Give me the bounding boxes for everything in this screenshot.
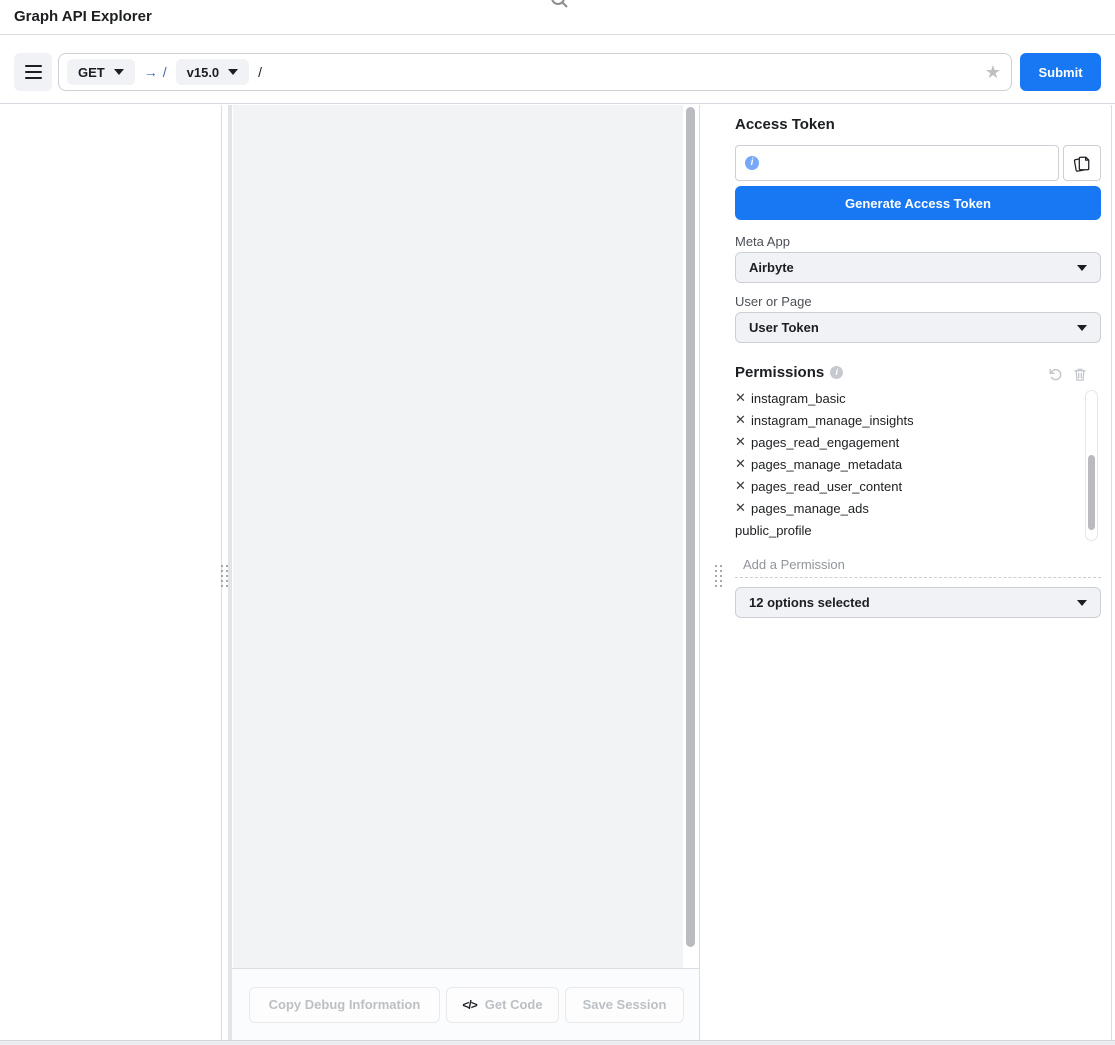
- permission-item: ✕ pages_manage_ads: [735, 497, 1079, 519]
- response-footer: Copy Debug Information </> Get Code Save…: [232, 968, 699, 1040]
- permissions-info-icon[interactable]: i: [830, 366, 843, 379]
- token-row: i: [735, 145, 1101, 181]
- save-session-button[interactable]: Save Session: [565, 987, 684, 1023]
- add-permission-input[interactable]: [735, 551, 1101, 578]
- response-viewer[interactable]: [233, 105, 683, 968]
- request-toolbar: GET → / v15.0 / ★ Submit: [0, 36, 1115, 104]
- remove-icon[interactable]: ✕: [735, 453, 751, 475]
- chevron-down-icon: [1077, 265, 1087, 271]
- copy-token-button[interactable]: [1063, 145, 1101, 181]
- path-slash: /: [258, 64, 262, 80]
- remove-icon[interactable]: ✕: [735, 391, 751, 409]
- api-version-value: v15.0: [187, 65, 220, 80]
- search-icon[interactable]: [548, 0, 570, 10]
- menu-button[interactable]: [14, 53, 52, 91]
- hamburger-icon: [25, 71, 42, 73]
- remove-icon[interactable]: ✕: [735, 409, 751, 431]
- permission-label: instagram_basic: [751, 391, 846, 406]
- permission-item: public_profile: [735, 519, 1079, 541]
- graph-api-explorer-page: Graph API Explorer GET → / v15.0: [0, 0, 1115, 1045]
- submit-button[interactable]: Submit: [1020, 53, 1101, 91]
- arrow-slash: /: [163, 64, 167, 80]
- permissions-scrollbar[interactable]: [1085, 390, 1098, 541]
- undo-icon[interactable]: [1048, 367, 1063, 382]
- access-token-panel: Access Token i Generate Access Token Met…: [733, 105, 1115, 1040]
- hamburger-icon: [25, 65, 42, 67]
- hamburger-icon: [25, 77, 42, 79]
- permission-item: ✕ pages_read_engagement: [735, 431, 1079, 453]
- response-scrollbar[interactable]: [686, 107, 695, 947]
- meta-app-select[interactable]: Airbyte: [735, 252, 1101, 283]
- permission-label: instagram_manage_insights: [751, 413, 914, 428]
- access-token-input[interactable]: [764, 146, 1052, 180]
- left-panel: [0, 105, 222, 1040]
- request-arrow: → /: [144, 64, 167, 80]
- app-header: Graph API Explorer: [0, 0, 1115, 35]
- permission-label: pages_read_user_content: [751, 479, 902, 494]
- request-url-bar[interactable]: GET → / v15.0 / ★: [58, 53, 1012, 91]
- response-panel: Copy Debug Information </> Get Code Save…: [232, 105, 700, 1040]
- permission-item: ✕ pages_manage_metadata: [735, 453, 1079, 475]
- permission-label: pages_read_engagement: [751, 435, 899, 450]
- http-method-value: GET: [78, 65, 105, 80]
- user-or-page-label: User or Page: [735, 294, 812, 309]
- user-or-page-select[interactable]: User Token: [735, 312, 1101, 343]
- chevron-down-icon: [1077, 325, 1087, 331]
- get-code-label: Get Code: [485, 997, 543, 1012]
- permissions-scroll-thumb[interactable]: [1088, 455, 1095, 530]
- permission-item: ✕ pages_read_user_content: [735, 475, 1079, 497]
- meta-app-value: Airbyte: [749, 260, 794, 275]
- chevron-down-icon: [114, 69, 124, 75]
- chevron-down-icon: [228, 69, 238, 75]
- remove-icon[interactable]: ✕: [735, 475, 751, 497]
- permissions-list: ✕ instagram_basic ✕ instagram_manage_ins…: [735, 391, 1079, 541]
- favorite-star-icon[interactable]: ★: [985, 63, 1001, 81]
- meta-app-label: Meta App: [735, 234, 790, 249]
- permission-label: pages_manage_metadata: [751, 457, 902, 472]
- user-or-page-value: User Token: [749, 320, 819, 335]
- permissions-heading: Permissions: [735, 364, 824, 381]
- copy-debug-button[interactable]: Copy Debug Information: [249, 987, 440, 1023]
- get-code-button[interactable]: </> Get Code: [446, 987, 559, 1023]
- api-version-dropdown[interactable]: v15.0: [176, 59, 250, 85]
- chevron-down-icon: [1077, 600, 1087, 606]
- copy-icon: [1073, 154, 1091, 173]
- permission-label: pages_manage_ads: [751, 501, 869, 516]
- page-title: Graph API Explorer: [14, 0, 152, 34]
- token-input-wrap: i: [735, 145, 1059, 181]
- token-info-icon[interactable]: i: [745, 156, 759, 170]
- bottom-strip: [0, 1040, 1115, 1045]
- options-selected-value: 12 options selected: [749, 595, 870, 610]
- left-resize-handle[interactable]: [221, 565, 229, 591]
- code-icon: </>: [462, 998, 476, 1012]
- permission-item: ✕ instagram_basic: [735, 391, 1079, 409]
- remove-icon[interactable]: ✕: [735, 431, 751, 453]
- right-resize-handle[interactable]: [715, 565, 723, 591]
- access-token-heading: Access Token: [735, 116, 835, 133]
- main-area: Copy Debug Information </> Get Code Save…: [0, 105, 1115, 1040]
- trash-icon[interactable]: [1073, 367, 1087, 382]
- permissions-options-select[interactable]: 12 options selected: [735, 587, 1101, 618]
- right-panel-edge: [1111, 105, 1112, 1040]
- http-method-dropdown[interactable]: GET: [67, 59, 135, 85]
- permissions-header: Permissions i: [735, 364, 1101, 386]
- generate-access-token-button[interactable]: Generate Access Token: [735, 186, 1101, 220]
- permission-label: public_profile: [735, 523, 812, 538]
- permission-item: ✕ instagram_manage_insights: [735, 409, 1079, 431]
- remove-icon[interactable]: ✕: [735, 497, 751, 519]
- arrow-icon: →: [144, 64, 158, 80]
